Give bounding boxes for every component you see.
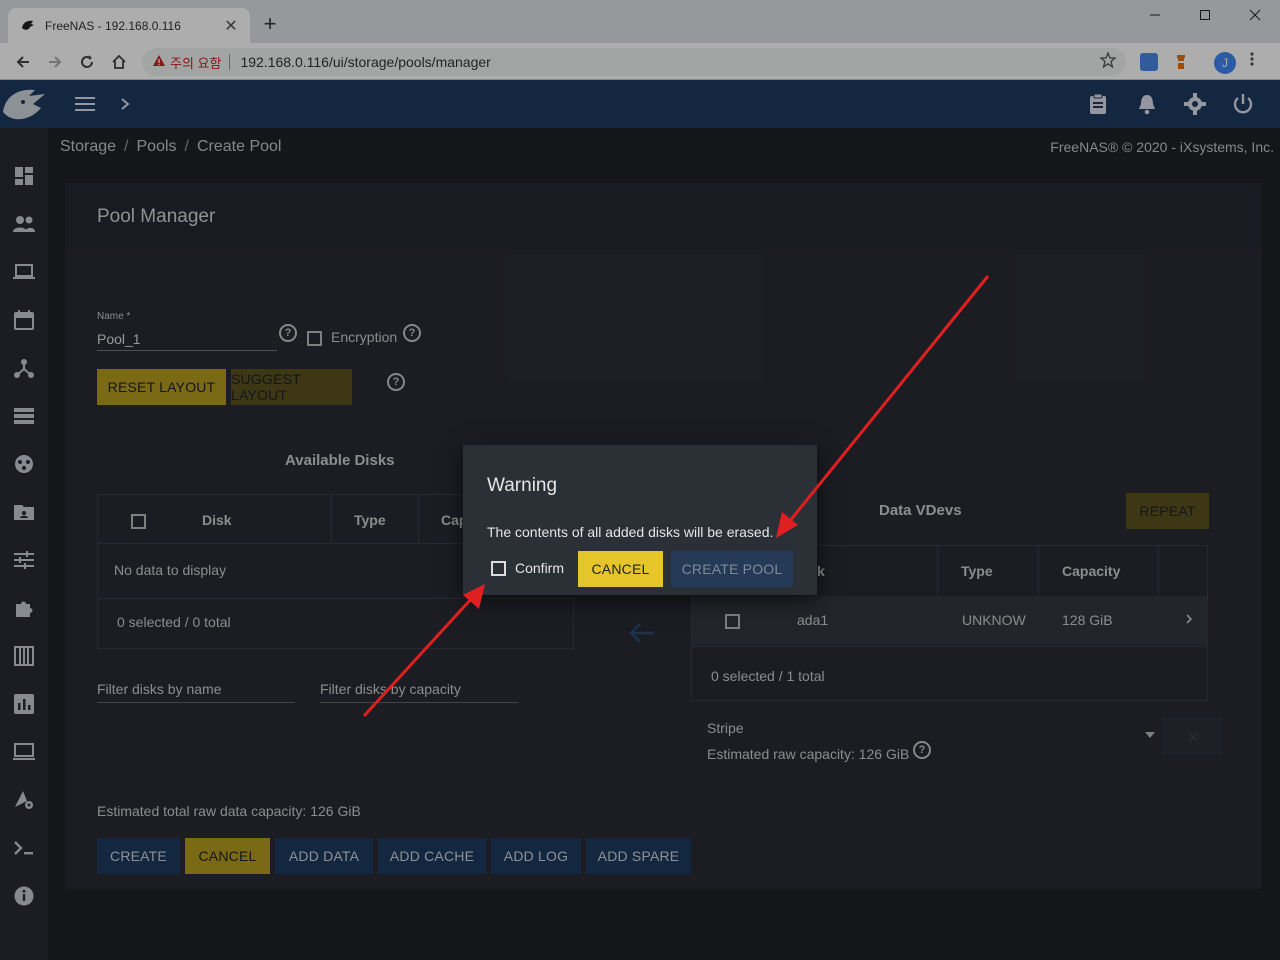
create-pool-button[interactable]: CREATE POOL: [671, 551, 793, 587]
dialog-message: The contents of all added disks will be …: [487, 524, 774, 540]
dialog-cancel-button[interactable]: CANCEL: [578, 551, 663, 587]
dialog-title: Warning: [487, 475, 558, 496]
confirm-checkbox[interactable]: [491, 561, 506, 576]
confirm-label: Confirm: [515, 560, 565, 576]
warning-dialog: Warning The contents of all added disks …: [463, 445, 817, 595]
